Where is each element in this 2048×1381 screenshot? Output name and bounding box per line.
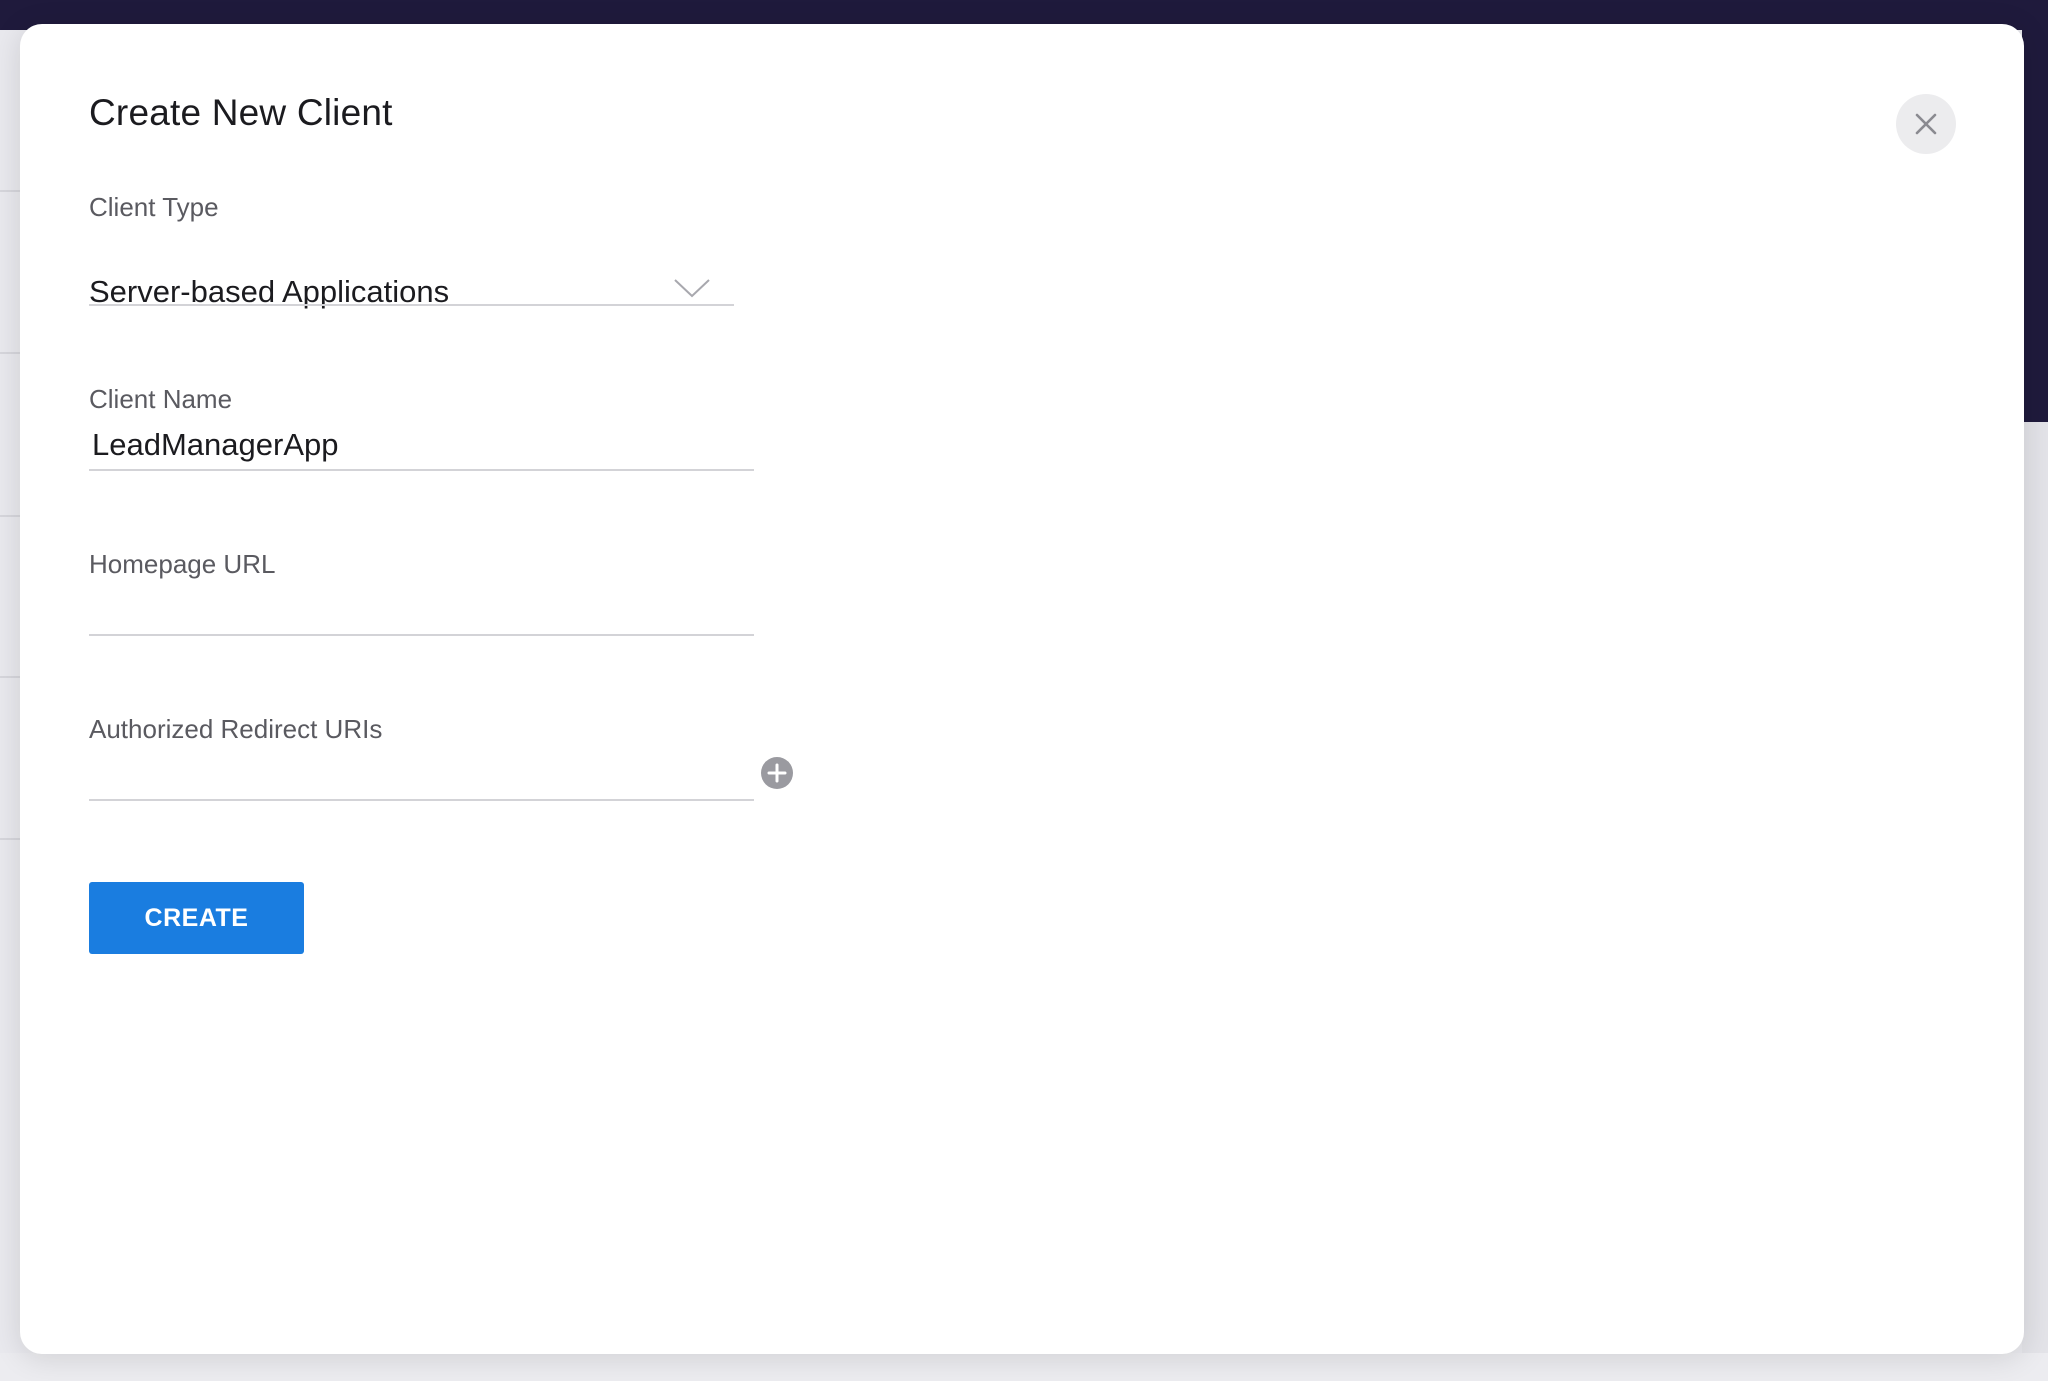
homepage-url-label: Homepage URL [89, 549, 276, 579]
close-button[interactable] [1896, 94, 1956, 154]
redirect-uris-underline [89, 799, 754, 801]
background-divider [0, 676, 20, 678]
backdrop-bottom [0, 1353, 2048, 1381]
client-type-underline [89, 304, 734, 306]
background-divider [0, 352, 20, 354]
client-name-label: Client Name [89, 384, 233, 414]
create-client-dialog: Create New Client Client Type Server-bas… [20, 24, 2024, 1354]
client-name-underline [89, 469, 754, 471]
client-name-input[interactable] [89, 424, 754, 466]
redirect-uris-label: Authorized Redirect URIs [89, 714, 383, 744]
background-divider [0, 190, 20, 192]
background-divider [0, 515, 20, 517]
homepage-url-input[interactable] [89, 589, 754, 631]
redirect-uri-input[interactable] [89, 754, 754, 796]
plus-circle-icon[interactable] [760, 756, 794, 790]
homepage-url-underline [89, 634, 754, 636]
close-icon [1915, 113, 1937, 135]
background-divider [0, 838, 20, 840]
client-type-label: Client Type [89, 192, 219, 222]
dialog-title: Create New Client [89, 92, 393, 133]
backdrop-right-lower [2022, 422, 2048, 1381]
chevron-down-icon [674, 279, 710, 298]
create-button[interactable]: CREATE [89, 882, 304, 954]
backdrop-right [2022, 0, 2048, 422]
